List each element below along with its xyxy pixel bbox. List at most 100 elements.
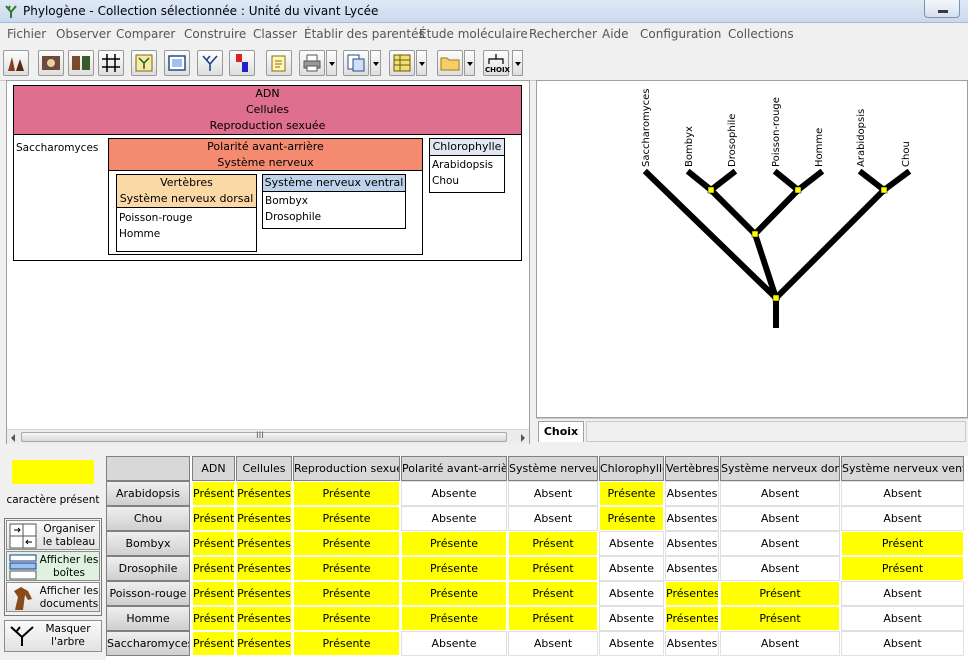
table-cell[interactable]: Présent — [508, 556, 598, 581]
window-button[interactable] — [164, 50, 190, 76]
row-header[interactable]: Arabidopsis — [106, 481, 190, 506]
table-cell[interactable]: Présent — [192, 481, 235, 506]
table-cell[interactable]: Absent — [841, 631, 964, 656]
folder-button[interactable] — [437, 50, 463, 76]
choix-dropdown[interactable] — [512, 50, 523, 76]
folder-dropdown[interactable] — [464, 50, 475, 76]
table-cell[interactable]: Absente — [401, 506, 507, 531]
table-cell[interactable]: Présente — [401, 531, 507, 556]
table-cell[interactable]: Présent — [508, 606, 598, 631]
table-cell[interactable]: Présent — [192, 531, 235, 556]
table-cell[interactable]: Présent — [192, 631, 235, 656]
table-cell[interactable]: Absente — [599, 606, 664, 631]
row-header[interactable]: Poisson-rouge — [106, 581, 190, 606]
table-cell[interactable]: Absente — [599, 531, 664, 556]
table-cell[interactable]: Présent — [720, 606, 840, 631]
table-cell[interactable]: Absent — [720, 506, 840, 531]
table-cell[interactable]: Présent — [192, 506, 235, 531]
table-cell[interactable]: Absent — [720, 556, 840, 581]
box-chlorophylle[interactable]: Chlorophylle Arabidopsis Chou — [429, 138, 505, 193]
show-documents-button[interactable]: Afficher les documents — [6, 582, 100, 612]
table-cell[interactable]: Absent — [508, 506, 598, 531]
table-cell[interactable]: Présent — [192, 606, 235, 631]
scroll-left-icon[interactable] — [11, 434, 15, 442]
table-cell[interactable]: Absente — [599, 556, 664, 581]
export-button[interactable] — [343, 50, 369, 76]
column-header[interactable]: Polarité avant-arrière — [401, 456, 507, 481]
show-boxes-button[interactable]: Afficher les boîtes — [6, 551, 100, 581]
table-cell[interactable]: Présent — [192, 556, 235, 581]
tab-choix[interactable]: Choix — [538, 421, 584, 442]
compare-button[interactable] — [68, 50, 94, 76]
table-cell[interactable]: Présente — [401, 606, 507, 631]
table-cell[interactable]: Présent — [841, 531, 964, 556]
table-cell[interactable]: Présente — [293, 531, 400, 556]
column-header[interactable]: Cellules — [236, 456, 292, 481]
tree-node[interactable] — [751, 230, 759, 238]
tree-node[interactable] — [880, 186, 888, 194]
table-cell[interactable]: Présentes — [665, 606, 719, 631]
hide-tree-button[interactable]: Masquer l'arbre — [4, 620, 102, 652]
column-header[interactable]: Système nerveux ventral — [841, 456, 964, 481]
boxes-horizontal-scrollbar[interactable]: III — [7, 429, 529, 444]
tree-node[interactable] — [772, 294, 780, 302]
table-cell[interactable]: Présent — [841, 556, 964, 581]
table-cell[interactable]: Présent — [508, 531, 598, 556]
table-cell[interactable]: Présente — [599, 481, 664, 506]
menu-classer[interactable]: Classer — [253, 27, 297, 41]
menu-configuration[interactable]: Configuration — [640, 27, 721, 41]
export-dropdown[interactable] — [370, 50, 381, 76]
table-cell[interactable]: Présente — [293, 631, 400, 656]
table-cell[interactable]: Présentes — [236, 556, 292, 581]
print-button[interactable] — [299, 50, 325, 76]
table-cell[interactable]: Présente — [401, 556, 507, 581]
table-cell[interactable]: Absente — [599, 581, 664, 606]
table-cell[interactable]: Présente — [293, 556, 400, 581]
menu-observer[interactable]: Observer — [56, 27, 111, 41]
table-cell[interactable]: Absentes — [665, 631, 719, 656]
table-cell[interactable]: Présente — [293, 481, 400, 506]
column-header[interactable]: Système nerveux dorsal — [720, 456, 840, 481]
table-cell[interactable]: Absent — [720, 631, 840, 656]
scroll-thumb[interactable]: III — [21, 431, 507, 442]
box-polarite-systeme-nerveux[interactable]: Polarité avant-arrière Système nerveux V… — [108, 138, 423, 255]
table-cell[interactable]: Présentes — [236, 531, 292, 556]
menu-etablir-parentes[interactable]: Établir des parentés — [304, 27, 425, 41]
table-cell[interactable]: Présentes — [665, 581, 719, 606]
menu-etude-moleculaire[interactable]: Étude moléculaire — [419, 27, 528, 41]
table-cell[interactable]: Absent — [841, 606, 964, 631]
row-header[interactable]: Saccharomyces — [106, 631, 190, 656]
table-cell[interactable]: Présentes — [236, 581, 292, 606]
column-header[interactable]: ADN — [192, 456, 235, 481]
table-cell[interactable]: Présente — [599, 506, 664, 531]
table-cell[interactable]: Présente — [293, 606, 400, 631]
table-cell[interactable]: Absent — [841, 581, 964, 606]
table-cell[interactable]: Présent — [192, 581, 235, 606]
row-header[interactable]: Bombyx — [106, 531, 190, 556]
table-cell[interactable]: Présentes — [236, 481, 292, 506]
menu-fichier[interactable]: Fichier — [7, 27, 46, 41]
menu-comparer[interactable]: Comparer — [116, 27, 175, 41]
tree-button[interactable] — [197, 50, 223, 76]
table-cell[interactable]: Présentes — [236, 631, 292, 656]
table-cell[interactable]: Absent — [841, 506, 964, 531]
column-header[interactable]: Vertèbres — [665, 456, 719, 481]
box-vertebres[interactable]: Vertèbres Système nerveux dorsal Poisson… — [116, 174, 257, 252]
table-cell[interactable]: Présent — [720, 581, 840, 606]
table-cell[interactable]: Absent — [720, 531, 840, 556]
row-header[interactable]: Chou — [106, 506, 190, 531]
table-cell[interactable]: Absentes — [665, 531, 719, 556]
menu-collections[interactable]: Collections — [728, 27, 794, 41]
notepad-button[interactable] — [266, 50, 292, 76]
table-cell[interactable]: Absentes — [665, 556, 719, 581]
column-header[interactable]: Reproduction sexuée — [293, 456, 400, 481]
table-cell[interactable]: Absent — [841, 481, 964, 506]
table-dropdown[interactable] — [416, 50, 427, 76]
tree-build-button[interactable] — [131, 50, 157, 76]
tree-node[interactable] — [707, 186, 715, 194]
scroll-right-icon[interactable] — [521, 434, 525, 442]
table-cell[interactable]: Absent — [508, 481, 598, 506]
grid-button[interactable] — [98, 50, 124, 76]
table-cell[interactable]: Absente — [599, 631, 664, 656]
menu-aide[interactable]: Aide — [602, 27, 629, 41]
